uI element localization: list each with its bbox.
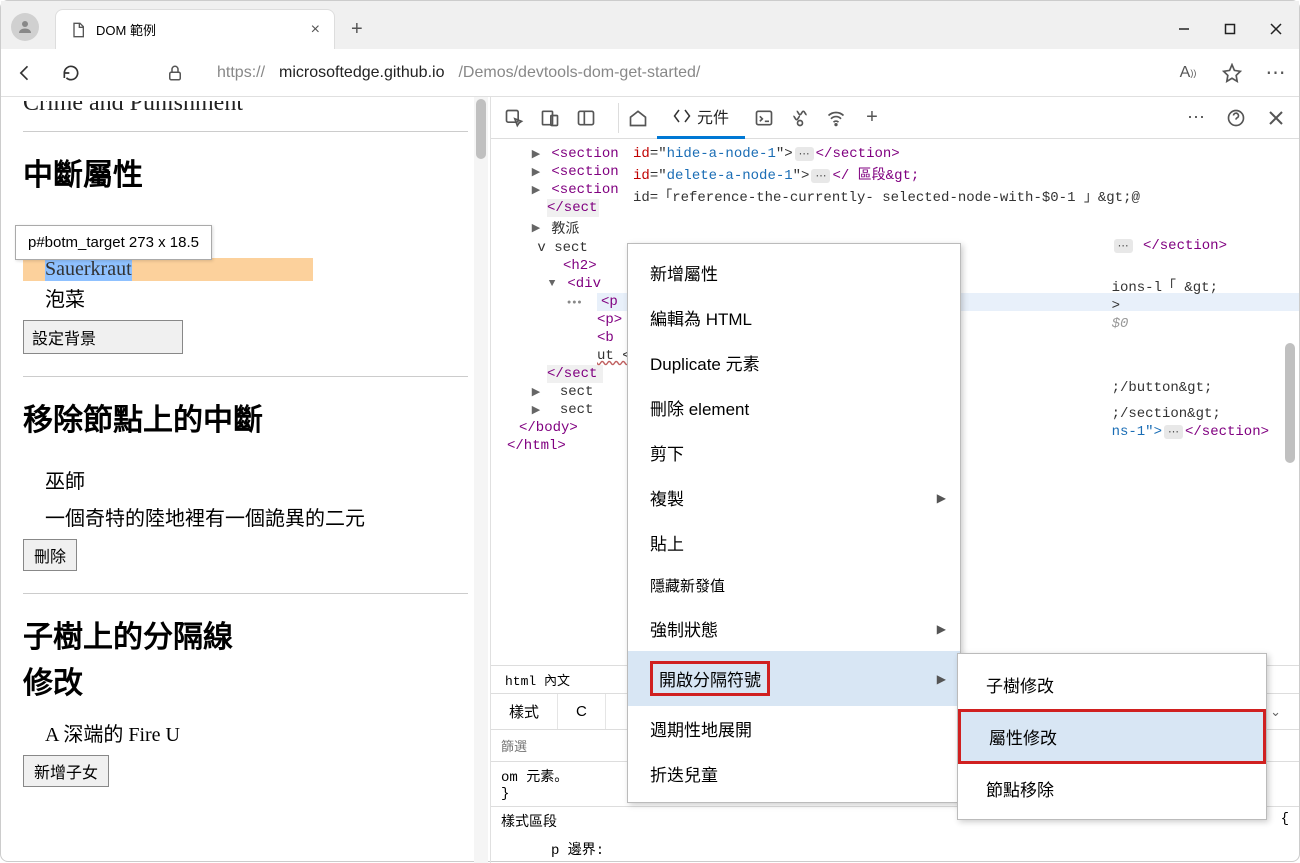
ctx-copy[interactable]: 複製▶ <box>628 475 960 520</box>
ctx-edit-html[interactable]: 編輯為 HTML <box>628 295 960 340</box>
site-info-lock-icon[interactable] <box>161 59 189 87</box>
inspector-tooltip: p#botm_target 273 x 18.5 <box>15 225 212 260</box>
divider <box>23 131 468 132</box>
tab-title: DOM 範例 <box>96 20 156 39</box>
ctx-collapse[interactable]: 折迭兒童 <box>628 751 960 796</box>
break-on-submenu: 子樹修改 屬性修改 節點移除 <box>957 653 1267 820</box>
context-menu: 新增屬性 編輯為 HTML Duplicate 元素 刪除 element 剪下… <box>627 243 961 803</box>
heading-remove-break: 移除節點上的中斷 <box>23 395 468 439</box>
page-pane: Crime and Punishment 中斷屬性 p#botm_target … <box>1 97 491 863</box>
network-tab-icon[interactable] <box>819 101 853 135</box>
maximize-button[interactable] <box>1207 13 1253 45</box>
styles-tab[interactable]: 樣式 <box>491 694 558 729</box>
heading-subtree-line1: 子樹上的分隔線 <box>23 612 468 656</box>
ctx-add-attribute[interactable]: 新增屬性 <box>628 250 960 295</box>
console-tab-icon[interactable] <box>747 101 781 135</box>
computed-tab[interactable]: C <box>558 694 606 729</box>
help-icon[interactable] <box>1219 101 1253 135</box>
document-icon <box>70 22 86 38</box>
url-bar[interactable]: https:// microsoftedge.github.io/Demos/de… <box>207 64 1157 82</box>
heading-break-attr: 中斷屬性 <box>23 150 468 194</box>
ctx-hide[interactable]: 隱藏新發值 <box>628 565 960 606</box>
favorites-star-icon[interactable] <box>1219 60 1245 86</box>
more-menu-button[interactable]: ⋯ <box>1263 60 1289 86</box>
cut-heading: Crime and Punishment <box>23 101 468 117</box>
back-button[interactable] <box>11 59 39 87</box>
elements-tab[interactable]: 元件 <box>657 97 745 139</box>
p-fire: A 深端的 Fire U <box>45 718 468 747</box>
dom-tree-right: id="hide-a-node-1">⋯</section> id="delet… <box>633 145 1273 207</box>
refresh-button[interactable] <box>57 59 85 87</box>
browser-tab[interactable]: DOM 範例 × <box>55 9 335 49</box>
ctx-paste[interactable]: 貼上 <box>628 520 960 565</box>
sub-subtree-mod[interactable]: 子樹修改 <box>958 660 1266 709</box>
tab-close-icon[interactable]: × <box>311 21 320 39</box>
highlighted-node-row[interactable]: Sauerkraut <box>23 258 313 281</box>
ctx-cut[interactable]: 剪下 <box>628 430 960 475</box>
url-path: /Demos/devtools-dom-get-started/ <box>458 64 700 82</box>
p-strange: 一個奇特的陸地裡有一個詭異的二元 <box>45 502 468 531</box>
url-scheme: https:// <box>217 64 265 82</box>
sources-tab-icon[interactable] <box>783 101 817 135</box>
devtools-toolbar: 元件 + ⋯ <box>491 97 1299 139</box>
browser-toolbar: https:// microsoftedge.github.io/Demos/de… <box>1 49 1299 97</box>
welcome-tab-icon[interactable] <box>621 101 655 135</box>
page-scrollbar[interactable] <box>474 97 488 863</box>
highlighted-text: Sauerkraut <box>45 257 132 281</box>
sub-attr-mod[interactable]: 屬性修改 <box>958 709 1266 764</box>
window-controls <box>1161 9 1299 49</box>
new-tab-button[interactable]: + <box>335 18 379 41</box>
add-tab-icon[interactable]: + <box>855 101 889 135</box>
ctx-break-on[interactable]: 開啟分隔符號▶ <box>628 651 960 706</box>
style-p-margin: p 邊界: <box>491 835 1299 863</box>
minimize-button[interactable] <box>1161 13 1207 45</box>
delete-button[interactable]: 刪除 <box>23 539 77 571</box>
ctx-expand[interactable]: 週期性地展開 <box>628 706 960 751</box>
divider <box>23 376 468 377</box>
heading-subtree-line2: 修改 <box>23 658 468 702</box>
add-child-button[interactable]: 新增子女 <box>23 755 109 787</box>
url-host: microsoftedge.github.io <box>279 64 444 82</box>
close-window-button[interactable] <box>1253 13 1299 45</box>
device-toggle-icon[interactable] <box>533 101 567 135</box>
devtools-scrollbar[interactable] <box>1283 143 1297 855</box>
ctx-delete-element[interactable]: 刪除 element <box>628 385 960 430</box>
p-wizard: 巫師 <box>45 465 468 494</box>
set-background-button[interactable]: 設定背景 <box>23 320 183 354</box>
ctx-duplicate[interactable]: Duplicate 元素 <box>628 340 960 385</box>
divider <box>23 593 468 594</box>
breadcrumb-left[interactable]: html 內文 <box>495 670 580 689</box>
devtools-close-icon[interactable] <box>1259 101 1293 135</box>
inspect-element-icon[interactable] <box>497 101 531 135</box>
sub-node-removal[interactable]: 節點移除 <box>958 764 1266 813</box>
panel-icon[interactable] <box>569 101 603 135</box>
devtools-more-icon[interactable]: ⋯ <box>1179 101 1213 135</box>
profile-avatar[interactable] <box>11 13 39 41</box>
titlebar: DOM 範例 × + <box>1 1 1299 49</box>
read-aloud-icon[interactable]: A)) <box>1175 60 1201 86</box>
p-kimchi: 泡菜 <box>45 283 468 312</box>
ctx-force-state[interactable]: 強制狀態▶ <box>628 606 960 651</box>
